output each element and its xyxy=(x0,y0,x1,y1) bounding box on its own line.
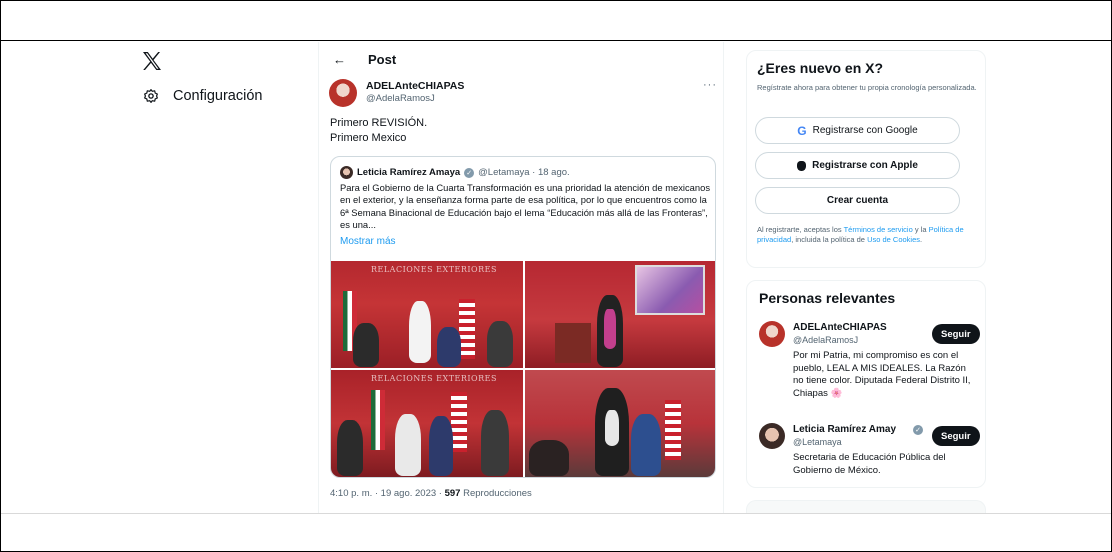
gear-icon xyxy=(144,89,158,103)
main-column: ← Post ADELAnteCHIAPAS @AdelaRamosJ ··· … xyxy=(318,42,724,513)
x-logo-icon[interactable] xyxy=(140,49,164,73)
post-text-line: Primero REVISIÓN. xyxy=(330,117,428,129)
person-figure xyxy=(605,410,619,446)
verified-badge-icon: ✓ xyxy=(913,425,923,435)
photo[interactable]: RELACIONES EXTERIORES xyxy=(331,261,523,368)
more-dots-icon[interactable]: ··· xyxy=(703,79,717,91)
person-figure xyxy=(481,410,509,476)
quote-header: Leticia Ramírez Amaya ✓ @Letamaya · 18 a… xyxy=(340,166,570,179)
photo-banner: RELACIONES EXTERIORES xyxy=(371,374,497,383)
legal-text: Al registrarte, aceptas los Términos de … xyxy=(757,225,977,245)
verified-badge-icon: ✓ xyxy=(464,167,475,178)
photo[interactable]: RELACIONES EXTERIORES xyxy=(331,370,523,477)
legal-text-part: Al registrarte, aceptas los xyxy=(757,225,844,234)
author-handle[interactable]: @AdelaRamosJ xyxy=(366,93,435,104)
button-label: Registrarse con Google xyxy=(812,125,918,136)
nav-item-label: Configuración xyxy=(173,88,263,104)
person-figure xyxy=(529,440,569,476)
flag xyxy=(665,400,681,460)
presentation-screen xyxy=(635,265,705,315)
terms-link[interactable]: Términos de servicio xyxy=(844,225,913,234)
views-count: 597 xyxy=(444,488,461,499)
signup-apple-button[interactable]: Registrarse con Apple xyxy=(755,152,960,179)
page-title: Post xyxy=(368,52,397,67)
flag xyxy=(371,390,385,450)
person-scarf xyxy=(604,309,616,349)
photo[interactable] xyxy=(525,370,715,477)
nav-item-configuracion[interactable]: Configuración xyxy=(143,88,262,104)
post-text: Primero REVISIÓN. Primero Mexico xyxy=(330,116,427,146)
legal-text-part: y la xyxy=(912,225,929,234)
person-figure xyxy=(353,323,379,367)
person-figure xyxy=(437,327,461,367)
create-account-button[interactable]: Crear cuenta xyxy=(755,187,960,214)
signup-title: ¿Eres nuevo en X? xyxy=(757,60,884,76)
legal-text-part: . xyxy=(920,235,923,244)
top-bar xyxy=(1,1,1111,41)
apple-icon xyxy=(797,160,807,171)
avatar[interactable] xyxy=(759,423,785,449)
signup-google-button[interactable]: G Registrarse con Google xyxy=(755,117,960,144)
flag xyxy=(459,299,475,359)
media-grid: RELACIONES EXTERIORES RELACIONES EXTERIO… xyxy=(331,261,715,477)
quote-author-name: Leticia Ramírez Amaya xyxy=(357,167,461,178)
person-figure xyxy=(337,420,363,476)
follow-button[interactable]: Seguir xyxy=(932,324,980,344)
follow-button[interactable]: Seguir xyxy=(932,426,980,446)
relevant-people-card: Personas relevantes ADELAnteCHIAPAS @Ade… xyxy=(746,280,986,488)
person-figure xyxy=(631,414,661,476)
google-icon: G xyxy=(797,123,807,138)
post-text-line: Primero Mexico xyxy=(330,132,407,144)
person-name[interactable]: Leticia Ramírez Amay xyxy=(793,424,896,435)
avatar xyxy=(340,166,353,179)
person-handle[interactable]: @Letamaya xyxy=(793,437,842,447)
person-figure xyxy=(395,414,421,476)
quote-handle-date: @Letamaya · 18 ago. xyxy=(478,167,570,178)
photo[interactable] xyxy=(525,261,715,368)
person-handle[interactable]: @AdelaRamosJ xyxy=(793,335,858,345)
quote-text: Para el Gobierno de la Cuarta Transforma… xyxy=(340,182,711,231)
cookies-link[interactable]: Uso de Cookies xyxy=(867,235,920,244)
avatar[interactable] xyxy=(759,321,785,347)
post-header: ← Post xyxy=(333,52,396,67)
arrow-left-icon[interactable]: ← xyxy=(333,52,346,67)
photo-banner: RELACIONES EXTERIORES xyxy=(371,265,497,274)
podium xyxy=(555,323,591,363)
person-figure xyxy=(487,321,513,367)
person-figure xyxy=(409,301,431,363)
button-label: Registrarse con Apple xyxy=(812,160,918,171)
person-name[interactable]: ADELAnteCHIAPAS xyxy=(793,322,887,333)
person-name-text: Leticia Ramírez Amay xyxy=(793,424,897,435)
signup-subtitle: Regístrate ahora para obtener tu propia … xyxy=(757,83,977,92)
author-name[interactable]: ADELAnteCHIAPAS xyxy=(366,80,464,92)
bottom-blank-area xyxy=(1,513,1111,551)
quoted-post[interactable]: Leticia Ramírez Amaya ✓ @Letamaya · 18 a… xyxy=(330,156,716,478)
button-label: Crear cuenta xyxy=(826,195,889,206)
person-bio: Secretaria de Educación Pública del Gobi… xyxy=(793,452,946,476)
person-bio: Por mi Patria, mi compromiso es con el p… xyxy=(793,350,971,399)
views-label: Reproducciones xyxy=(463,488,532,499)
post-timestamp: 4:10 p. m. · 19 ago. 2023 · 597 Reproduc… xyxy=(330,488,532,499)
person-figure xyxy=(429,416,453,476)
avatar[interactable] xyxy=(329,79,357,107)
signup-card: ¿Eres nuevo en X? Regístrate ahora para … xyxy=(746,50,986,268)
timestamp-text[interactable]: 4:10 p. m. · 19 ago. 2023 · xyxy=(330,488,445,499)
relevant-people-title: Personas relevantes xyxy=(759,290,896,306)
show-more-link[interactable]: Mostrar más xyxy=(340,236,396,247)
flag xyxy=(451,392,467,452)
legal-text-part: , incluida la política de xyxy=(791,235,868,244)
